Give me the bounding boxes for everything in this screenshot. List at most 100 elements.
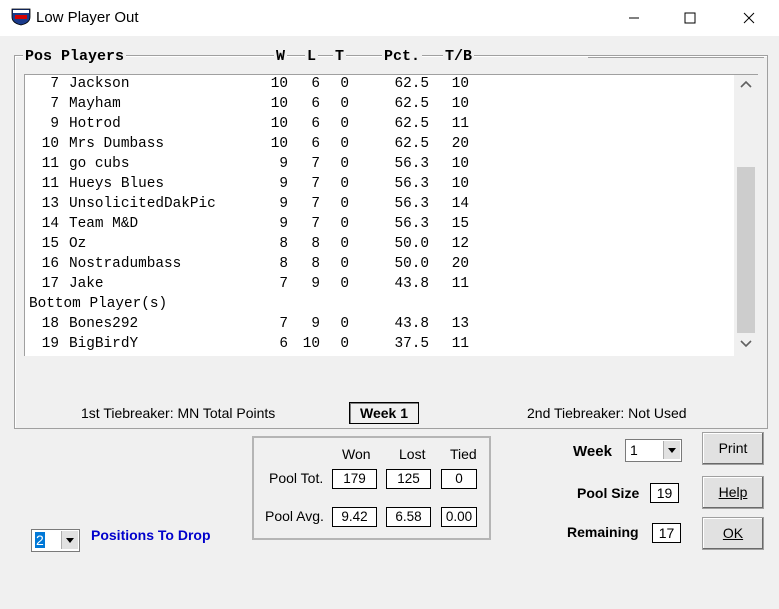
- close-icon: [743, 12, 755, 24]
- maximize-button[interactable]: [661, 0, 719, 36]
- nfl-shield-icon: [11, 8, 31, 26]
- positions-to-drop-select[interactable]: 2: [31, 529, 80, 552]
- section-text: Bottom Player(s): [29, 296, 168, 312]
- losses-cell: 9: [311, 276, 320, 292]
- pct-cell: 56.3: [394, 216, 429, 232]
- pool-avg-lost: 6.58: [386, 507, 431, 527]
- header-t: T: [333, 48, 347, 65]
- player-row[interactable]: 18 Bones292 7 9 0 43.8 13: [25, 316, 733, 336]
- pool-header-tied: Tied: [450, 446, 477, 462]
- header-divider: [588, 57, 764, 58]
- player-row[interactable]: 7 Mayham 10 6 0 62.5 10: [25, 96, 733, 116]
- ties-cell: 0: [340, 316, 349, 332]
- vertical-scrollbar[interactable]: [734, 75, 758, 356]
- ties-cell: 0: [340, 96, 349, 112]
- ties-cell: 0: [340, 116, 349, 132]
- scroll-down-icon[interactable]: [740, 340, 752, 348]
- losses-cell: 8: [311, 256, 320, 272]
- player-row[interactable]: 7 Jackson 10 6 0 62.5 10: [25, 76, 733, 96]
- pct-cell: 62.5: [394, 116, 429, 132]
- pool-size-value: 19: [650, 483, 679, 503]
- pos-cell: 17: [41, 276, 59, 292]
- player-row[interactable]: 15 Oz 8 8 0 50.0 12: [25, 236, 733, 256]
- wins-cell: 9: [279, 216, 288, 232]
- title-bar: Low Player Out: [0, 0, 779, 36]
- pct-cell: 56.3: [394, 156, 429, 172]
- tb-cell: 11: [451, 276, 469, 292]
- maximize-icon: [684, 12, 696, 24]
- close-button[interactable]: [720, 0, 778, 36]
- losses-cell: 9: [311, 316, 320, 332]
- print-button[interactable]: Print: [702, 432, 764, 465]
- ok-button[interactable]: OK: [702, 517, 764, 550]
- wins-cell: 10: [270, 76, 288, 92]
- header-pct: Pct.: [382, 48, 423, 65]
- help-button[interactable]: Help: [702, 476, 764, 509]
- player-row[interactable]: 10 Mrs Dumbass 10 6 0 62.5 20: [25, 136, 733, 156]
- losses-cell: 8: [311, 236, 320, 252]
- pool-avg-won: 9.42: [332, 507, 377, 527]
- player-row[interactable]: 17 Jake 7 9 0 43.8 11: [25, 276, 733, 296]
- player-row[interactable]: 11 go cubs 9 7 0 56.3 10: [25, 156, 733, 176]
- losses-cell: 6: [311, 76, 320, 92]
- positions-to-drop-value: 2: [35, 532, 45, 548]
- ties-cell: 0: [340, 256, 349, 272]
- player-name-cell: Nostradumbass: [69, 256, 182, 272]
- pos-cell: 16: [41, 256, 59, 272]
- player-row[interactable]: 9 Hotrod 10 6 0 62.5 11: [25, 116, 733, 136]
- tb-cell: 20: [451, 256, 469, 272]
- losses-cell: 7: [311, 156, 320, 172]
- pos-cell: 15: [41, 236, 59, 252]
- remaining-value: 17: [652, 523, 681, 543]
- player-row[interactable]: 14 Team M&D 9 7 0 56.3 15: [25, 216, 733, 236]
- pool-tot-won: 179: [332, 469, 377, 489]
- remaining-label: Remaining: [567, 524, 639, 540]
- chevron-down-icon[interactable]: [61, 531, 78, 549]
- ties-cell: 0: [340, 76, 349, 92]
- player-name-cell: Oz: [69, 236, 87, 252]
- losses-cell: 10: [302, 336, 320, 352]
- chevron-down-icon[interactable]: [663, 441, 680, 459]
- player-row[interactable]: 16 Nostradumbass 8 8 0 50.0 20: [25, 256, 733, 276]
- minimize-button[interactable]: [605, 0, 663, 36]
- pool-tot-lost: 125: [386, 469, 431, 489]
- tiebreaker-1: 1st Tiebreaker: MN Total Points: [81, 405, 276, 421]
- pos-cell: 14: [41, 216, 59, 232]
- week-label: Week: [573, 443, 612, 460]
- losses-cell: 6: [311, 96, 320, 112]
- week-select-value: 1: [630, 442, 638, 458]
- pos-cell: 13: [41, 196, 59, 212]
- wins-cell: 9: [279, 176, 288, 192]
- player-row[interactable]: 13 UnsolicitedDakPic 9 7 0 56.3 14: [25, 196, 733, 216]
- player-name-cell: Team M&D: [69, 216, 139, 232]
- player-row[interactable]: 11 Hueys Blues 9 7 0 56.3 10: [25, 176, 733, 196]
- ties-cell: 0: [340, 336, 349, 352]
- player-name-cell: Jake: [69, 276, 104, 292]
- player-row[interactable]: 19 BigBirdY 6 10 0 37.5 11: [25, 336, 733, 356]
- player-name-cell: Hueys Blues: [69, 176, 164, 192]
- week-select[interactable]: 1: [625, 439, 682, 462]
- pos-cell: 9: [50, 116, 59, 132]
- player-name-cell: Mayham: [69, 96, 121, 112]
- losses-cell: 7: [311, 176, 320, 192]
- pool-header-lost: Lost: [399, 446, 426, 462]
- week-display: Week 1: [349, 402, 419, 424]
- scroll-up-icon[interactable]: [740, 80, 752, 88]
- tb-cell: 14: [451, 196, 469, 212]
- wins-cell: 10: [270, 136, 288, 152]
- players-listbox[interactable]: 7 Jackson 10 6 0 62.5 10 7 Mayham 10 6 0 62.5 10 9 Hotr…: [24, 74, 758, 356]
- pos-cell: 7: [50, 96, 59, 112]
- wins-cell: 9: [279, 156, 288, 172]
- player-name-cell: Bones292: [69, 316, 139, 332]
- losses-cell: 7: [311, 216, 320, 232]
- tb-cell: 10: [451, 76, 469, 92]
- header-tb: T/B: [443, 48, 475, 65]
- scroll-thumb[interactable]: [737, 167, 755, 333]
- wins-cell: 10: [270, 96, 288, 112]
- pct-cell: 50.0: [394, 236, 429, 252]
- player-name-cell: BigBirdY: [69, 336, 139, 352]
- pct-cell: 56.3: [394, 176, 429, 192]
- pool-tot-label: Pool Tot.: [269, 470, 324, 486]
- tb-cell: 10: [451, 176, 469, 192]
- window-title: Low Player Out: [36, 9, 139, 26]
